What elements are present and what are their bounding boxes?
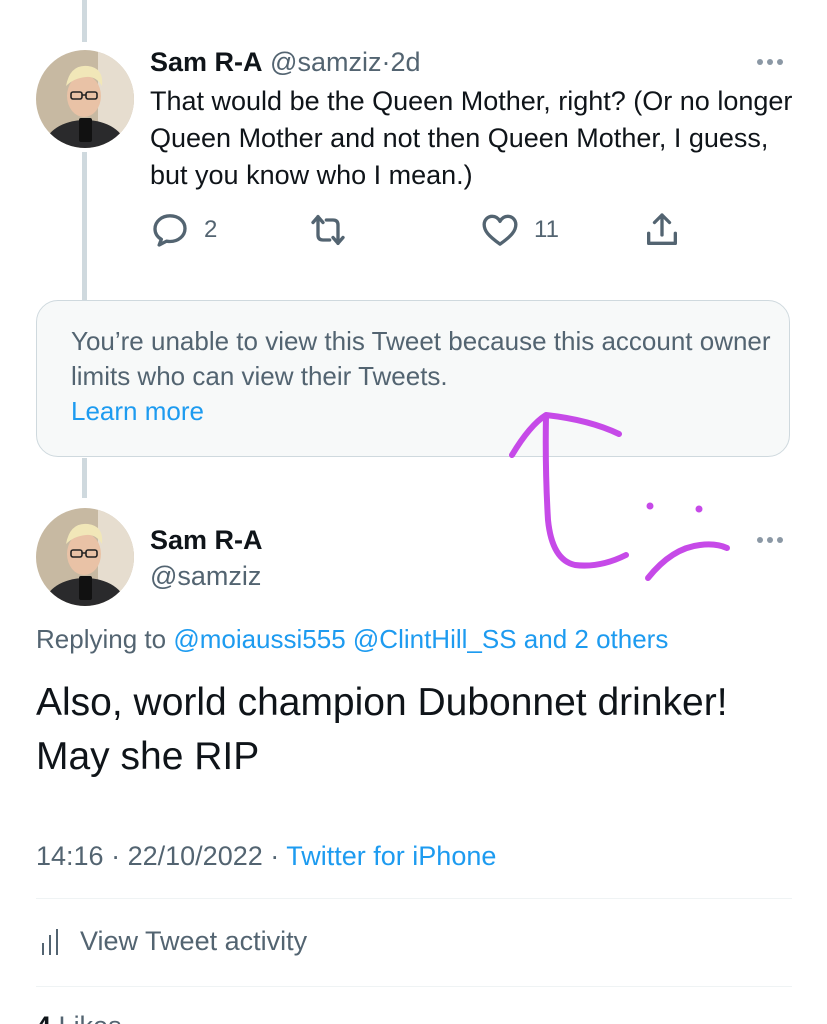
- like-icon: [482, 214, 518, 246]
- thread-line-top: [82, 0, 87, 42]
- share-icon: [647, 213, 677, 245]
- tweet-time: 14:16: [36, 841, 104, 871]
- notice-text: You’re unable to view this Tweet because…: [71, 324, 771, 429]
- share-button[interactable]: [642, 207, 682, 253]
- display-name[interactable]: Sam R-A: [150, 524, 263, 556]
- view-tweet-activity-button[interactable]: View Tweet activity: [36, 918, 307, 964]
- avatar-photo: [36, 508, 134, 606]
- tweet-thread-page: Sam R-A @samziz·2d That would be the Que…: [0, 0, 827, 1024]
- thread-line-bottom: [82, 458, 87, 498]
- analytics-icon: [42, 929, 58, 955]
- tweet-date: 22/10/2022: [127, 841, 263, 871]
- more-icon[interactable]: [757, 59, 783, 65]
- user-handle[interactable]: @samziz: [150, 560, 261, 592]
- avatar[interactable]: [36, 508, 134, 606]
- notice-message: You’re unable to view this Tweet because…: [71, 326, 771, 391]
- tweet-source-link[interactable]: Twitter for iPhone: [286, 841, 496, 871]
- separator-dot: ·: [111, 841, 121, 871]
- reply-icon: [153, 214, 187, 247]
- tweet-time[interactable]: 2d: [390, 47, 420, 77]
- avatar-photo: [36, 50, 134, 148]
- reply-count: 2: [204, 216, 218, 243]
- retweet-icon: [311, 215, 345, 245]
- replying-to-users[interactable]: @moiaussi555 @ClintHill_SS and 2 others: [173, 624, 668, 654]
- likes-label: Likes: [59, 1011, 122, 1024]
- user-handle[interactable]: @samziz: [270, 47, 381, 77]
- replying-to: Replying to @moiaussi555 @ClintHill_SS a…: [36, 622, 668, 656]
- separator-dot: ·: [270, 841, 280, 871]
- hand-drawn-sad-face-eye-right: [695, 505, 703, 513]
- learn-more-link[interactable]: Learn more: [71, 396, 204, 426]
- tweet-meta: 14:16 · 22/10/2022 · Twitter for iPhone: [36, 838, 496, 874]
- replying-to-label: Replying to: [36, 624, 167, 654]
- main-tweet-text: Also, world champion Dubonnet drinker! M…: [36, 681, 728, 778]
- likes-count: 4: [36, 1011, 51, 1024]
- thread-line-middle: [82, 152, 87, 300]
- avatar[interactable]: [36, 50, 134, 148]
- more-icon[interactable]: [757, 537, 783, 543]
- retweet-button[interactable]: [308, 207, 348, 253]
- reply-button[interactable]: 2: [150, 207, 217, 253]
- hand-drawn-sad-face-mouth: [645, 541, 730, 581]
- view-tweet-activity-label: View Tweet activity: [80, 925, 308, 956]
- divider: [36, 986, 792, 987]
- likes-summary[interactable]: 4 Likes: [36, 1008, 122, 1024]
- like-count: 11: [534, 216, 559, 243]
- tweet-header: Sam R-A @samziz·2d: [150, 46, 421, 78]
- unavailable-tweet-notice: You’re unable to view this Tweet because…: [36, 300, 790, 457]
- tweet-actions: 2 11: [150, 207, 690, 253]
- display-name[interactable]: Sam R-A: [150, 47, 263, 77]
- tweet-text: That would be the Queen Mother, right? (…: [150, 86, 793, 190]
- like-button[interactable]: 11: [480, 207, 559, 253]
- divider: [36, 898, 792, 899]
- hand-drawn-sad-face-eye-left: [646, 502, 654, 510]
